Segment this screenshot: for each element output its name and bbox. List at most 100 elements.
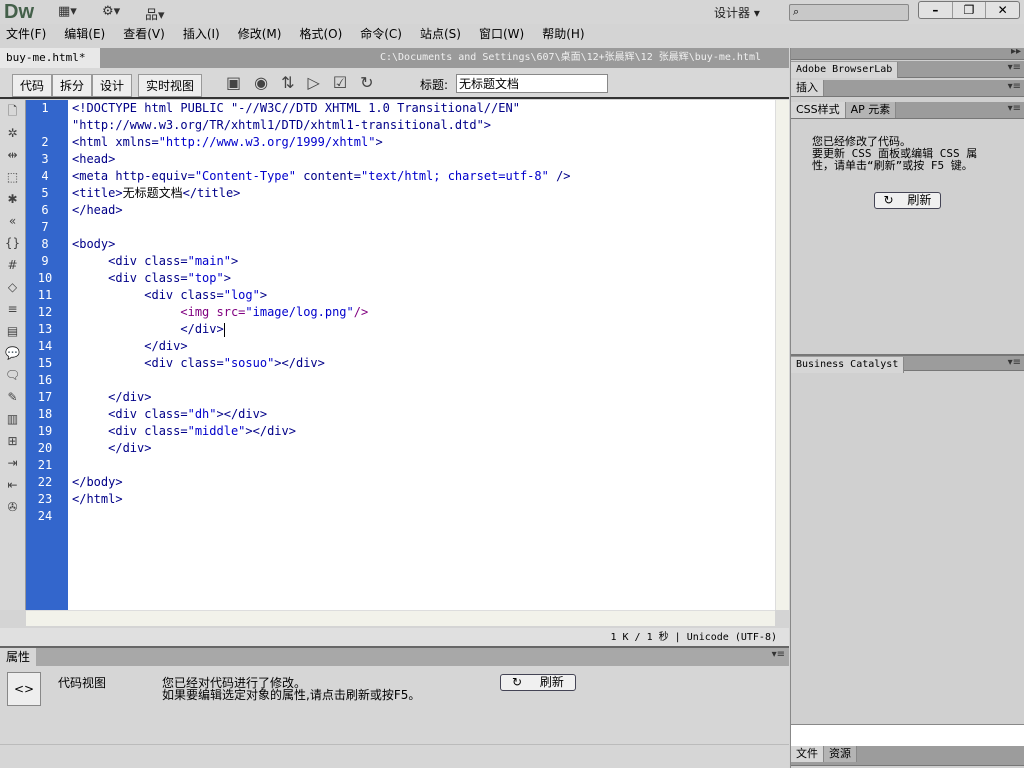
outdent-icon[interactable]: ⇤ bbox=[0, 474, 25, 496]
code-line: <div class="main"> bbox=[68, 253, 775, 270]
collapse-selection-icon[interactable]: ⬚ bbox=[0, 166, 25, 188]
business-catalyst-tab[interactable]: Business Catalyst bbox=[791, 357, 905, 373]
menu-item[interactable]: 格式(O) bbox=[299, 24, 342, 46]
code-line: </html> bbox=[68, 491, 775, 508]
highlight-invalid-icon[interactable]: ◇ bbox=[0, 276, 25, 298]
insert-header: 插入 ▾≡ bbox=[791, 80, 1024, 97]
select-parent-tag-icon[interactable]: « bbox=[0, 210, 25, 232]
panel-dock: ▸▸ Adobe BrowserLab ▾≡ 插入 ▾≡ CSS样式 AP 元素 ▾≡ … bbox=[790, 46, 1024, 768]
line-number: 15 bbox=[37, 356, 53, 370]
files-header: 文件 资源 bbox=[791, 746, 1024, 766]
files-tab[interactable]: 文件 bbox=[791, 746, 824, 762]
browserlab-header: Adobe BrowserLab ▾≡ bbox=[791, 61, 1024, 78]
css-refresh-button[interactable]: ↻ 刷新 bbox=[874, 192, 941, 209]
panel-menu-icon[interactable]: ▾≡ bbox=[1008, 62, 1021, 73]
panel-menu-icon[interactable]: ▾≡ bbox=[772, 649, 785, 660]
code-token: <head> bbox=[72, 152, 116, 166]
format-source-icon[interactable]: ✇ bbox=[0, 496, 25, 518]
move-css-icon[interactable]: ⊞ bbox=[0, 430, 25, 452]
line-number: 11 bbox=[37, 288, 53, 302]
line-number: 1 bbox=[41, 101, 49, 115]
code-line: <img src="image/log.png"/> bbox=[68, 304, 775, 321]
line-number bbox=[26, 117, 68, 134]
code-token: 无标题文档 bbox=[122, 186, 183, 200]
layout-icon[interactable]: ▦▾ bbox=[58, 4, 77, 19]
visual-aids-icon[interactable]: ☑ bbox=[333, 73, 347, 92]
code-line: </div> bbox=[68, 440, 775, 457]
wrap-tag-icon[interactable]: ✎ bbox=[0, 386, 25, 408]
apply-comment-icon[interactable]: 💬 bbox=[0, 342, 25, 364]
menu-item[interactable]: 编辑(E) bbox=[64, 24, 105, 46]
properties-panel: 属性 ▾≡ <> 代码视图 您已经对代码进行了修改。 如果要编辑选定对象的属性,请… bbox=[0, 648, 789, 768]
remove-comment-icon[interactable]: 🗨 bbox=[0, 364, 25, 386]
word-wrap-icon[interactable]: ≡ bbox=[0, 298, 25, 320]
debug-icon[interactable]: ▷ bbox=[308, 73, 320, 92]
view-buttons: 代码 拆分 设计 实时视图 bbox=[12, 74, 203, 97]
search-input[interactable]: ⌕ bbox=[789, 4, 909, 21]
ap-elements-tab[interactable]: AP 元素 bbox=[845, 102, 897, 118]
refresh-button[interactable]: ↻ 刷新 bbox=[500, 674, 576, 691]
menu-item[interactable]: 命令(C) bbox=[360, 24, 402, 46]
collapse-tag-icon[interactable]: ⇹ bbox=[0, 144, 25, 166]
code-token: "http://www.w3.org/1999/xhtml" bbox=[158, 135, 376, 149]
code-token: </div> bbox=[72, 339, 188, 353]
code-line: <body> bbox=[68, 236, 775, 253]
dock-collapse-bar[interactable]: ▸▸ bbox=[791, 46, 1024, 60]
menu-item[interactable]: 插入(I) bbox=[183, 24, 220, 46]
insert-tab[interactable]: 插入 bbox=[791, 80, 824, 96]
menu-item[interactable]: 帮助(H) bbox=[542, 24, 584, 46]
line-number: 14 bbox=[37, 339, 53, 353]
expand-all-icon[interactable]: ✱ bbox=[0, 188, 25, 210]
code-token: > bbox=[375, 135, 383, 149]
view-button[interactable]: 拆分 bbox=[52, 74, 93, 97]
browser-preview-icon[interactable]: ◉ bbox=[254, 73, 268, 92]
document-tab[interactable]: buy-me.html* × bbox=[0, 48, 100, 84]
panel-menu-icon[interactable]: ▾≡ bbox=[1008, 103, 1021, 114]
menu-item[interactable]: 查看(V) bbox=[123, 24, 165, 46]
site-icon[interactable]: 品▾ bbox=[145, 4, 165, 23]
balance-braces-icon[interactable]: {} bbox=[0, 232, 25, 254]
code-editor[interactable]: <!DOCTYPE html PUBLIC "-//W3C//DTD XHTML… bbox=[68, 100, 775, 610]
refresh-icon[interactable]: ↻ bbox=[360, 73, 373, 92]
close-button[interactable]: ✕ bbox=[986, 2, 1019, 18]
view-button[interactable]: 代码 bbox=[12, 74, 53, 97]
code-line: <div class="dh"></div> bbox=[68, 406, 775, 423]
browserlab-tab[interactable]: Adobe BrowserLab bbox=[791, 62, 899, 78]
menu-item[interactable]: 窗口(W) bbox=[479, 24, 524, 46]
assets-tab[interactable]: 资源 bbox=[824, 746, 857, 762]
code-token: > bbox=[259, 288, 268, 302]
divider bbox=[0, 744, 789, 745]
syntax-coloring-icon[interactable]: ▤ bbox=[0, 320, 25, 342]
panel-menu-icon[interactable]: ▾≡ bbox=[1008, 357, 1021, 368]
business-catalyst-header: Business Catalyst ▾≡ bbox=[791, 354, 1024, 373]
minimize-button[interactable]: – bbox=[919, 2, 953, 18]
workspace-switcher[interactable]: 设计器 ▾ bbox=[714, 4, 760, 21]
view-button[interactable]: 实时视图 bbox=[138, 74, 203, 97]
open-documents-icon[interactable]: 🗋 bbox=[0, 100, 25, 122]
show-code-navigator-icon[interactable]: ✲ bbox=[0, 122, 25, 144]
line-number: 22 bbox=[37, 475, 53, 489]
panel-menu-icon[interactable]: ▾≡ bbox=[1008, 81, 1021, 92]
menu-item[interactable]: 修改(M) bbox=[238, 24, 282, 46]
css-styles-tab[interactable]: CSS样式 bbox=[791, 102, 846, 118]
file-transfer-icon[interactable]: ⇅ bbox=[281, 73, 294, 92]
restore-button[interactable]: ❐ bbox=[953, 2, 987, 18]
line-number: 6 bbox=[41, 203, 49, 217]
recent-snippets-icon[interactable]: ▥ bbox=[0, 408, 25, 430]
indent-icon[interactable]: ⇥ bbox=[0, 452, 25, 474]
menu-item[interactable]: 站点(S) bbox=[420, 24, 461, 46]
line-numbers-icon[interactable]: # bbox=[0, 254, 25, 276]
title-input[interactable] bbox=[456, 74, 608, 93]
document-tab-label: buy-me.html* bbox=[6, 51, 86, 64]
menu-item[interactable]: 文件(F) bbox=[6, 24, 46, 46]
code-token: </title> bbox=[182, 186, 241, 200]
line-number: 21 bbox=[37, 458, 53, 472]
multiscreen-icon[interactable]: ▣ bbox=[226, 73, 241, 92]
gear-icon[interactable]: ⚙▾ bbox=[102, 4, 120, 19]
view-button[interactable]: 设计 bbox=[92, 74, 133, 97]
vertical-scrollbar[interactable] bbox=[775, 100, 789, 610]
horizontal-scrollbar[interactable] bbox=[26, 610, 775, 626]
properties-tab[interactable]: 属性 bbox=[0, 648, 37, 666]
collapse-icon[interactable]: ▸▸ bbox=[1011, 46, 1021, 57]
